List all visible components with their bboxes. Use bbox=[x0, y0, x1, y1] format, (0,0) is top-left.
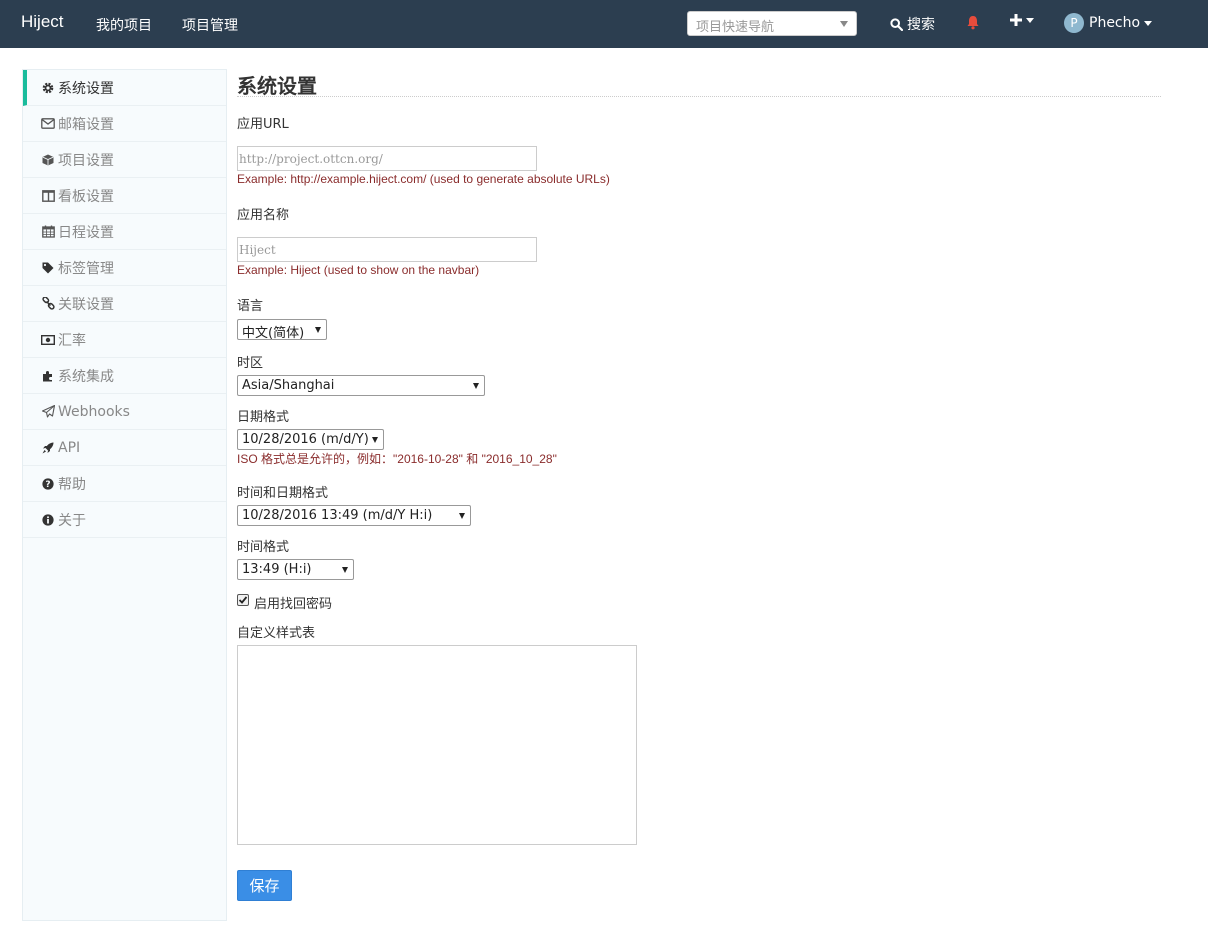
cube-icon bbox=[41, 153, 55, 167]
page-title: 系统设置 bbox=[237, 74, 317, 98]
dropdown-arrow-icon bbox=[473, 383, 479, 389]
search-button[interactable]: 搜索 bbox=[890, 14, 935, 34]
date-format-value: 10/28/2016 (m/d/Y) bbox=[242, 432, 369, 447]
project-quick-nav-select[interactable]: 项目快速导航 bbox=[687, 11, 857, 36]
bell-icon bbox=[967, 16, 979, 30]
app-name-help: Example: Hiject (used to show on the nav… bbox=[237, 263, 480, 277]
password-reset-label[interactable]: 启用找回密码 bbox=[254, 593, 332, 612]
timezone-label: 时区 bbox=[237, 356, 264, 371]
dropdown-arrow-icon bbox=[459, 513, 465, 519]
dropdown-arrow-icon bbox=[342, 567, 348, 573]
date-format-help: ISO 格式总是允许的，例如："2016-10-28" 和 "2016_10_2… bbox=[237, 452, 557, 466]
tag-icon bbox=[41, 261, 55, 275]
caret-down-icon bbox=[1026, 17, 1034, 23]
password-reset-checkbox[interactable] bbox=[237, 594, 249, 606]
sidebar-item-help[interactable]: ? 帮助 bbox=[23, 466, 226, 502]
app-name-input[interactable]: Hiject bbox=[237, 237, 537, 262]
nav-my-projects[interactable]: 我的项目 bbox=[96, 15, 152, 35]
rocket-icon bbox=[41, 441, 55, 455]
sidebar-item-calendar[interactable]: 日程设置 bbox=[23, 214, 226, 250]
sidebar-item-webhooks[interactable]: Webhooks bbox=[23, 394, 226, 430]
link-icon bbox=[41, 297, 55, 311]
sidebar-item-label: 系统集成 bbox=[58, 368, 114, 385]
app-url-input[interactable]: http://project.ottcn.org/ bbox=[237, 146, 537, 171]
app-name-label: 应用名称 bbox=[237, 208, 290, 223]
envelope-icon bbox=[41, 117, 55, 131]
app-url-help: Example: http://example.hiject.com/ (use… bbox=[237, 172, 610, 186]
timezone-value: Asia/Shanghai bbox=[242, 378, 335, 393]
search-icon bbox=[890, 17, 903, 31]
sidebar-item-api[interactable]: API bbox=[23, 430, 226, 466]
sidebar-item-label: 汇率 bbox=[58, 332, 86, 349]
top-navbar: Hiject 我的项目 项目管理 项目快速导航 搜索 P Phecho bbox=[0, 0, 1208, 48]
timezone-select[interactable]: Asia/Shanghai bbox=[237, 375, 485, 396]
sidebar-item-label: 日程设置 bbox=[58, 224, 114, 241]
sidebar-item-board[interactable]: 看板设置 bbox=[23, 178, 226, 214]
search-label: 搜索 bbox=[907, 17, 935, 33]
sidebar-item-label: 标签管理 bbox=[58, 260, 114, 277]
money-icon bbox=[41, 333, 55, 347]
quick-nav-placeholder: 项目快速导航 bbox=[696, 20, 775, 35]
sidebar-item-about[interactable]: 关于 bbox=[23, 502, 226, 538]
sidebar-item-links[interactable]: 关联设置 bbox=[23, 286, 226, 322]
datetime-format-value: 10/28/2016 13:49 (m/d/Y H:i) bbox=[242, 508, 433, 523]
nav-project-management[interactable]: 项目管理 bbox=[182, 15, 238, 35]
time-format-select[interactable]: 13:49 (H:i) bbox=[237, 559, 354, 580]
date-format-label: 日期格式 bbox=[237, 410, 290, 425]
datetime-format-label: 时间和日期格式 bbox=[237, 486, 329, 501]
language-label: 语言 bbox=[237, 299, 264, 314]
sidebar-item-integrations[interactable]: 系统集成 bbox=[23, 358, 226, 394]
user-name: Phecho bbox=[1089, 15, 1141, 31]
caret-down-icon bbox=[1144, 20, 1153, 26]
info-icon bbox=[41, 513, 55, 527]
language-value: 中文(简体) bbox=[242, 326, 305, 341]
save-button[interactable]: 保存 bbox=[237, 870, 292, 901]
question-icon: ? bbox=[41, 477, 55, 491]
sidebar-item-label: 系统设置 bbox=[58, 80, 114, 97]
puzzle-icon bbox=[41, 369, 55, 383]
sidebar-item-label: API bbox=[58, 439, 81, 456]
plus-icon bbox=[1010, 14, 1022, 26]
datetime-format-select[interactable]: 10/28/2016 13:49 (m/d/Y H:i) bbox=[237, 505, 471, 526]
avatar: P bbox=[1064, 13, 1084, 33]
custom-css-textarea[interactable] bbox=[237, 645, 637, 845]
sidebar-item-label: Webhooks bbox=[58, 403, 130, 420]
sidebar-item-project[interactable]: 项目设置 bbox=[23, 142, 226, 178]
language-select[interactable]: 中文(简体) bbox=[237, 319, 327, 341]
columns-icon bbox=[41, 189, 55, 203]
sidebar-item-label: 项目设置 bbox=[58, 152, 114, 169]
time-format-value: 13:49 (H:i) bbox=[242, 562, 312, 577]
notifications-button[interactable] bbox=[966, 15, 980, 34]
brand-logo[interactable]: Hiject bbox=[21, 12, 64, 32]
sidebar-item-email[interactable]: 邮箱设置 bbox=[23, 106, 226, 142]
create-menu-button[interactable] bbox=[1010, 14, 1034, 26]
checkmark-icon bbox=[238, 596, 248, 604]
sidebar-item-label: 邮箱设置 bbox=[58, 116, 114, 133]
date-format-select[interactable]: 10/28/2016 (m/d/Y) bbox=[237, 429, 384, 450]
sidebar-item-tags[interactable]: 标签管理 bbox=[23, 250, 226, 286]
sidebar-item-label: 看板设置 bbox=[58, 188, 114, 205]
dropdown-arrow-icon bbox=[315, 327, 321, 333]
user-menu-button[interactable]: P Phecho bbox=[1064, 13, 1153, 33]
chevron-down-icon bbox=[840, 21, 848, 27]
settings-sidebar: 系统设置 邮箱设置 项目设置 看板设置 日程设置 标签管理 关联设置 汇率 系统… bbox=[22, 69, 227, 921]
svg-text:?: ? bbox=[45, 480, 50, 490]
app-url-label: 应用URL bbox=[237, 117, 289, 132]
title-divider bbox=[237, 96, 1161, 97]
dropdown-arrow-icon bbox=[372, 437, 378, 443]
sidebar-item-system-settings[interactable]: 系统设置 bbox=[23, 70, 226, 106]
sidebar-item-label: 帮助 bbox=[58, 476, 86, 493]
calendar-icon bbox=[41, 225, 55, 239]
sidebar-item-label: 关于 bbox=[58, 512, 86, 529]
sidebar-item-currency[interactable]: 汇率 bbox=[23, 322, 226, 358]
paper-plane-icon bbox=[41, 405, 55, 419]
gear-icon bbox=[41, 81, 55, 95]
custom-css-label: 自定义样式表 bbox=[237, 626, 316, 641]
time-format-label: 时间格式 bbox=[237, 540, 290, 555]
sidebar-item-label: 关联设置 bbox=[58, 296, 114, 313]
